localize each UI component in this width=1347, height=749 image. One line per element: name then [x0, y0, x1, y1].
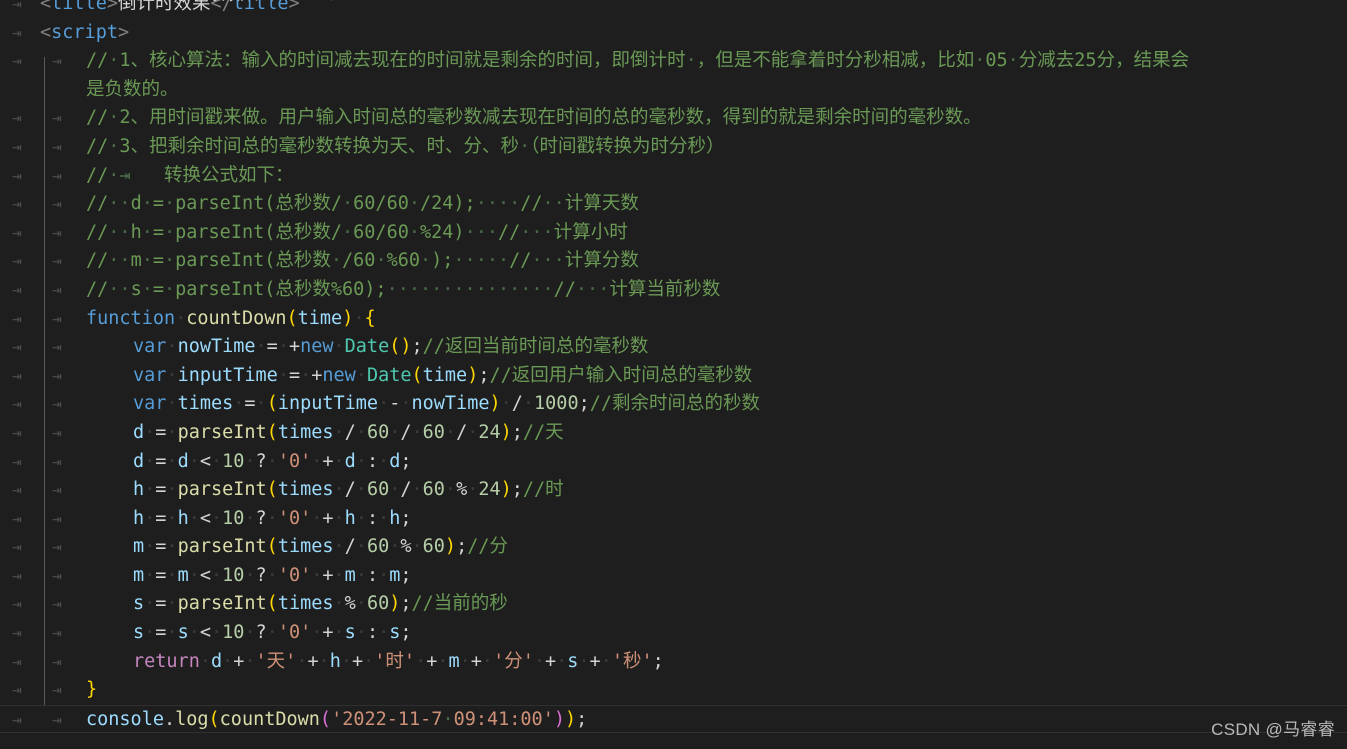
- code-line-comment-3[interactable]: ⇥ ⇥ //·3、把剩余时间总的毫秒数转换为天、时、分、秒·（时间戳转换为时分秒…: [0, 133, 1347, 162]
- code-line-pad-days[interactable]: ⇥ ⇥ d·=·d·<·10·?·'0'·+·d·:·d;: [0, 448, 1347, 477]
- code-line-return[interactable]: ⇥ ⇥ return·d·+·'天'·+·h·+·'时'·+·m·+·'分'·+…: [0, 648, 1347, 677]
- tab-arrow-icon: ⇥: [52, 451, 62, 471]
- tab-arrow-icon: ⇥: [52, 136, 62, 156]
- tab-arrow-icon: ⇥: [52, 565, 62, 585]
- code-line-var-times[interactable]: ⇥ ⇥ var·times·=·(inputTime·-·nowTime)·/·…: [0, 390, 1347, 419]
- tab-arrow-icon: ⇥: [12, 22, 22, 42]
- code-line-formula-hours[interactable]: ⇥ ⇥ //··h·=·parseInt(总秒数/·60/60·%24)···/…: [0, 219, 1347, 248]
- tab-arrow-icon: ⇥: [12, 537, 22, 557]
- tab-arrow-icon: ⇥: [12, 451, 22, 471]
- code-line-formula-days[interactable]: ⇥ ⇥ //··d·=·parseInt(总秒数/·60/60·/24);···…: [0, 190, 1347, 219]
- tab-arrow-icon: ⇥: [12, 565, 22, 585]
- tab-arrow-icon: ⇥: [12, 508, 22, 528]
- code-line-calc-days[interactable]: ⇥ ⇥ d·=·parseInt(times·/·60·/·60·/·24);/…: [0, 419, 1347, 448]
- tab-arrow-icon: ⇥: [52, 480, 62, 500]
- code-line-var-inputtime[interactable]: ⇥ ⇥ var·inputTime·=·+new·Date(time);//返回…: [0, 362, 1347, 391]
- code-line-calc-minutes[interactable]: ⇥ ⇥ m·=·parseInt(times·/·60·%·60);//分: [0, 533, 1347, 562]
- tab-arrow-icon: ⇥: [12, 594, 22, 614]
- code-line-formula-minutes[interactable]: ⇥ ⇥ //··m·=·parseInt(总秒数·/60·%60·);·····…: [0, 247, 1347, 276]
- code-line-function-close[interactable]: ⇥ ⇥ }: [0, 676, 1347, 705]
- code-line-function-decl[interactable]: ⇥ ⇥ function·countDown(time)·{: [0, 305, 1347, 334]
- code-line-pad-seconds[interactable]: ⇥ ⇥ s·=·s·<·10·?·'0'·+·s·:·s;: [0, 619, 1347, 648]
- tab-arrow-icon: ⇥: [52, 709, 62, 729]
- tab-arrow-icon: ⇥: [12, 337, 22, 357]
- tab-arrow-icon: ⇥: [12, 0, 22, 13]
- tab-arrow-icon: ⇥: [12, 222, 22, 242]
- code-line-pad-hours[interactable]: ⇥ ⇥ h·=·h·<·10·?·'0'·+·h·:·h;: [0, 505, 1347, 534]
- code-line-script-open[interactable]: ⇥ <script>: [0, 19, 1347, 48]
- tab-arrow-icon: ⇥: [52, 308, 62, 328]
- tab-arrow-icon: ⇥: [52, 337, 62, 357]
- tab-arrow-icon: ⇥: [52, 108, 62, 128]
- tab-arrow-icon: ⇥: [52, 623, 62, 643]
- tab-arrow-icon: ⇥: [12, 194, 22, 214]
- code-line-pad-minutes[interactable]: ⇥ ⇥ m·=·m·<·10·?·'0'·+·m·:·m;: [0, 562, 1347, 591]
- tab-arrow-icon: ⇥: [12, 651, 22, 671]
- tab-arrow-icon: ⇥: [12, 394, 22, 414]
- tab-arrow-icon: ⇥: [52, 279, 62, 299]
- tab-arrow-icon: ⇥: [52, 594, 62, 614]
- code-line-formula-header[interactable]: ⇥ ⇥ //·⇥ 转换公式如下：: [0, 162, 1347, 191]
- code-line-comment-1[interactable]: ⇥ ⇥ //·1、核心算法：输入的时间减去现在的时间就是剩余的时间，即倒计时·，…: [0, 47, 1347, 76]
- tab-arrow-icon: ⇥: [52, 422, 62, 442]
- code-line-comment-1-wrap[interactable]: 是负数的。: [0, 76, 1347, 105]
- tab-arrow-icon: ⇥: [52, 680, 62, 700]
- tab-arrow-icon: ⇥: [52, 251, 62, 271]
- tab-arrow-icon: ⇥: [52, 651, 62, 671]
- tab-arrow-icon: ⇥: [52, 194, 62, 214]
- tab-arrow-icon: ⇥: [12, 422, 22, 442]
- tab-arrow-icon: ⇥: [52, 51, 62, 71]
- tab-arrow-icon: ⇥: [12, 279, 22, 299]
- tab-arrow-icon: ⇥: [12, 136, 22, 156]
- tab-arrow-icon: ⇥: [12, 623, 22, 643]
- tab-arrow-icon: ⇥: [12, 165, 22, 185]
- code-line-comment-2[interactable]: ⇥ ⇥ //·2、用时间戳来做。用户输入时间总的毫秒数减去现在时间的总的毫秒数，…: [0, 104, 1347, 133]
- code-line-title[interactable]: ⇥ <title>倒计时效果</title>: [0, 0, 1347, 19]
- tab-arrow-icon: ⇥: [52, 508, 62, 528]
- tab-arrow-icon: ⇥: [12, 480, 22, 500]
- tab-arrow-icon: ⇥: [12, 709, 22, 729]
- tab-arrow-icon: ⇥: [12, 365, 22, 385]
- tab-arrow-icon: ⇥: [12, 251, 22, 271]
- tab-arrow-icon: ⇥: [52, 365, 62, 385]
- tab-arrow-icon: ⇥: [52, 165, 62, 185]
- tab-arrow-icon: ⇥: [12, 51, 22, 71]
- tab-arrow-icon: ⇥: [12, 108, 22, 128]
- code-editor[interactable]: ⇥ <title>倒计时效果</title> ⇥ <title>倒计时效果</t…: [0, 0, 1347, 749]
- tab-arrow-icon: ⇥: [52, 394, 62, 414]
- tab-arrow-icon: ⇥: [12, 680, 22, 700]
- tab-arrow-icon: ⇥: [52, 222, 62, 242]
- tab-arrow-icon: ⇥: [52, 537, 62, 557]
- code-line-var-nowtime[interactable]: ⇥ ⇥ var·nowTime·=·+new·Date();//返回当前时间总的…: [0, 333, 1347, 362]
- code-line-console-log[interactable]: ⇥ ⇥ console.log(countDown('2022-11-7·09:…: [0, 704, 1347, 734]
- code-line-calc-hours[interactable]: ⇥ ⇥ h·=·parseInt(times·/·60·/·60·%·24);/…: [0, 476, 1347, 505]
- code-line-formula-seconds[interactable]: ⇥ ⇥ //··s·=·parseInt(总秒数%60);···········…: [0, 276, 1347, 305]
- tab-arrow-icon: ⇥: [12, 308, 22, 328]
- code-line-calc-seconds[interactable]: ⇥ ⇥ s·=·parseInt(times·%·60);//当前的秒: [0, 590, 1347, 619]
- code-lines: ⇥ <title>倒计时效果</title> ⇥ <script> ⇥ ⇥ //…: [0, 0, 1347, 734]
